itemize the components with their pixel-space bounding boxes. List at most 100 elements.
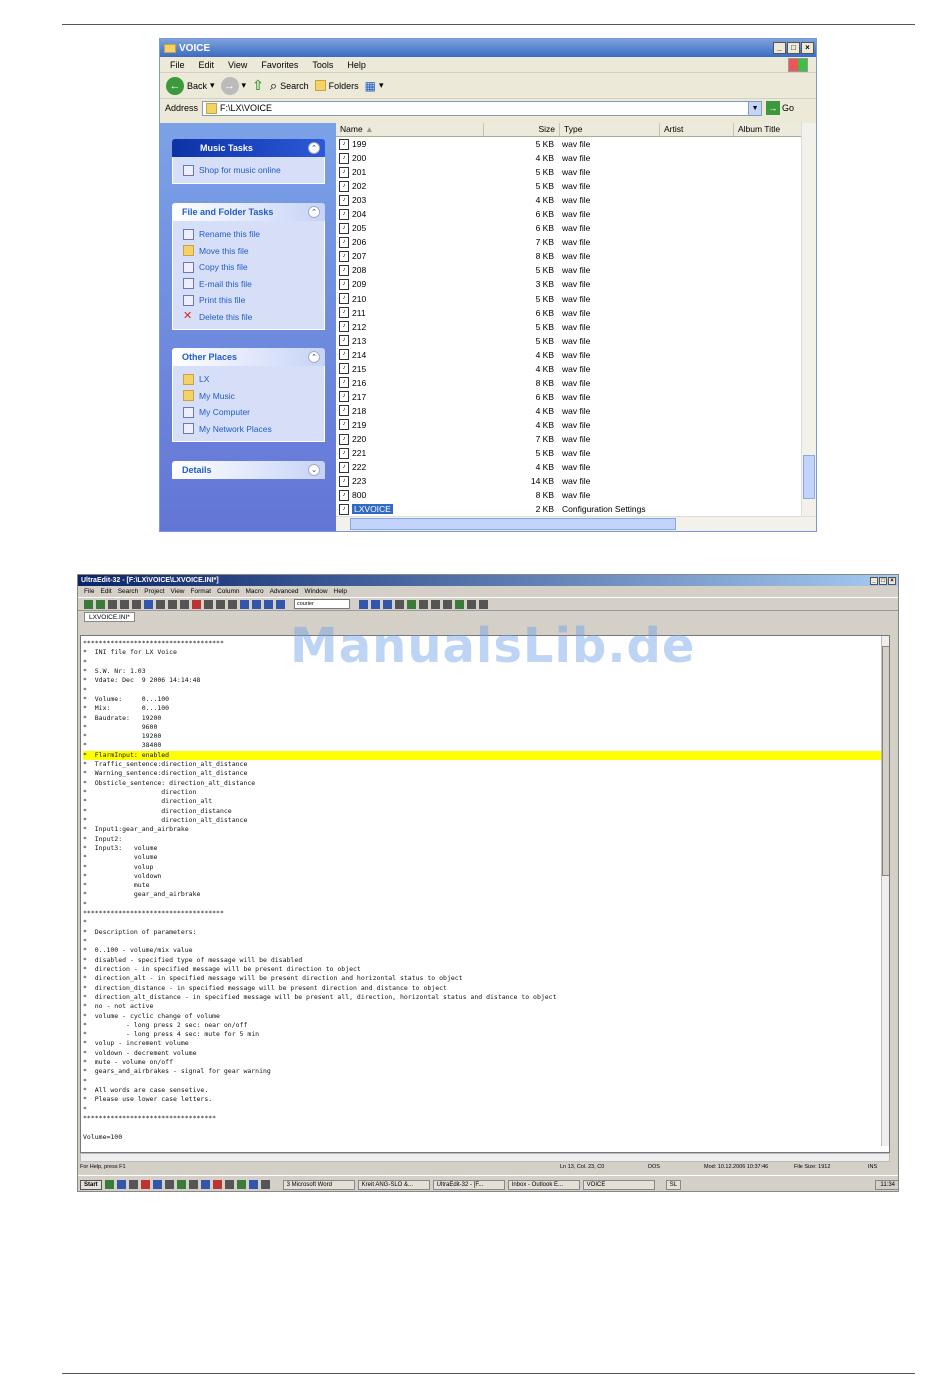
- quicklaunch-icon[interactable]: [128, 1180, 138, 1189]
- minimize-button[interactable]: _: [773, 42, 786, 54]
- column-mode-icon[interactable]: [395, 599, 404, 609]
- task-copy[interactable]: Copy this file: [183, 259, 324, 276]
- file-row[interactable]: ♪ 204 6 KB wav file: [336, 207, 816, 221]
- file-row[interactable]: ♪ 206 7 KB wav file: [336, 235, 816, 249]
- file-row[interactable]: ♪ 208 5 KB wav file: [336, 263, 816, 277]
- close-button[interactable]: ×: [801, 42, 814, 54]
- ue-menu-view[interactable]: View: [171, 588, 185, 595]
- ue-menu-file[interactable]: File: [84, 588, 94, 595]
- file-row[interactable]: ♪ 220 7 KB wav file: [336, 432, 816, 446]
- horizontal-scrollbar[interactable]: [336, 516, 816, 531]
- file-row[interactable]: ♪ 209 3 KB wav file: [336, 277, 816, 291]
- task-email[interactable]: E-mail this file: [183, 276, 324, 293]
- spellcheck-icon[interactable]: [180, 599, 189, 609]
- quicklaunch-icon[interactable]: [164, 1180, 174, 1189]
- print-icon[interactable]: [156, 599, 165, 609]
- file-row[interactable]: ♪ 222 4 KB wav file: [336, 460, 816, 474]
- horizontal-scrollbar[interactable]: [80, 1153, 890, 1162]
- task-move[interactable]: Move this file: [183, 243, 324, 260]
- file-tasks-header[interactable]: File and Folder Tasks ⌃: [172, 203, 325, 221]
- file-row[interactable]: ♪ 210 5 KB wav file: [336, 292, 816, 306]
- file-row[interactable]: ♪ 221 5 KB wav file: [336, 446, 816, 460]
- close-file-icon[interactable]: [132, 599, 141, 609]
- menu-help[interactable]: Help: [347, 60, 366, 70]
- menu-view[interactable]: View: [228, 60, 247, 70]
- taskbar-outlook[interactable]: Inbox - Outlook E...: [507, 1179, 580, 1190]
- search-button[interactable]: ⌕ Search: [270, 78, 309, 94]
- new-file-icon[interactable]: [108, 599, 117, 609]
- print-preview-icon[interactable]: [168, 599, 177, 609]
- bold-icon[interactable]: [359, 599, 368, 609]
- explorer-title-bar[interactable]: VOICE _ □ ×: [160, 39, 816, 57]
- system-tray-clock[interactable]: 11:34: [875, 1179, 898, 1190]
- align-left-icon[interactable]: [240, 599, 249, 609]
- other-places-header[interactable]: Other Places ⌃: [172, 348, 325, 366]
- scroll-thumb[interactable]: [350, 518, 676, 530]
- go-button[interactable]: → Go: [766, 101, 794, 115]
- language-indicator[interactable]: SL: [665, 1179, 682, 1190]
- tile-icon[interactable]: [431, 599, 440, 609]
- ue-menu-edit[interactable]: Edit: [100, 588, 111, 595]
- ue-menu-advanced[interactable]: Advanced: [270, 588, 299, 595]
- ultraedit-title-bar[interactable]: UltraEdit-32 - [F:\LX\VOICE\LXVOICE.INI*…: [78, 575, 898, 586]
- text-editor[interactable]: ************************************ * IN…: [80, 635, 890, 1153]
- file-row[interactable]: ♪ 202 5 KB wav file: [336, 179, 816, 193]
- task-delete[interactable]: ✕ Delete this file: [183, 309, 324, 326]
- cut-icon[interactable]: [204, 599, 213, 609]
- file-row[interactable]: ♪ 217 6 KB wav file: [336, 390, 816, 404]
- views-button[interactable]: ▦ ▾: [365, 79, 384, 93]
- col-artist[interactable]: Artist: [660, 123, 734, 136]
- collapse-icon[interactable]: ⌃: [308, 351, 320, 363]
- align-center-icon[interactable]: [252, 599, 261, 609]
- task-shop-music[interactable]: Shop for music online: [183, 162, 324, 179]
- context-help-icon[interactable]: [479, 599, 488, 609]
- taskbar-kreit[interactable]: Kreit ANG-SLO &...: [357, 1179, 430, 1190]
- find-icon[interactable]: [192, 599, 201, 609]
- file-row[interactable]: ♪ 218 4 KB wav file: [336, 404, 816, 418]
- start-button[interactable]: Start: [80, 1179, 102, 1190]
- quicklaunch-icon[interactable]: [212, 1180, 222, 1189]
- file-row[interactable]: ♪ 215 4 KB wav file: [336, 362, 816, 376]
- vertical-scrollbar[interactable]: [881, 636, 889, 1146]
- file-row[interactable]: ♪ 214 4 KB wav file: [336, 348, 816, 362]
- up-folder-button[interactable]: ⇧: [252, 77, 264, 94]
- expand-icon[interactable]: ⌄: [308, 464, 320, 476]
- task-print[interactable]: Print this file: [183, 292, 324, 309]
- tab-lxvoice-ini[interactable]: LXVOICE.INI*: [84, 612, 135, 622]
- music-tasks-header[interactable]: Music Tasks ⌃: [172, 139, 325, 157]
- open-icon[interactable]: [120, 599, 129, 609]
- paste-icon[interactable]: [228, 599, 237, 609]
- ue-menu-format[interactable]: Format: [191, 588, 212, 595]
- file-row[interactable]: ♪ 800 8 KB wav file: [336, 488, 816, 502]
- place-my-computer[interactable]: My Computer: [183, 404, 324, 421]
- address-input[interactable]: F:\LX\VOICE ▼: [202, 100, 763, 116]
- ue-menu-macro[interactable]: Macro: [246, 588, 264, 595]
- help-icon[interactable]: [467, 599, 476, 609]
- quicklaunch-icon[interactable]: [236, 1180, 246, 1189]
- minimize-button[interactable]: _: [870, 576, 878, 585]
- underline-icon[interactable]: [383, 599, 392, 609]
- copy-icon[interactable]: [216, 599, 225, 609]
- address-dropdown-icon[interactable]: ▼: [748, 101, 762, 115]
- file-row[interactable]: ♪ 199 5 KB wav file: [336, 137, 816, 151]
- collapse-icon[interactable]: ⌃: [308, 206, 320, 218]
- file-row[interactable]: ♪ LXVOICE 2 KB Configuration Settings: [336, 502, 816, 516]
- quicklaunch-icon[interactable]: [116, 1180, 126, 1189]
- file-row[interactable]: ♪ 223 14 KB wav file: [336, 474, 816, 488]
- file-row[interactable]: ♪ 201 5 KB wav file: [336, 165, 816, 179]
- file-row[interactable]: ♪ 205 6 KB wav file: [336, 221, 816, 235]
- quicklaunch-icon[interactable]: [188, 1180, 198, 1189]
- quicklaunch-icon[interactable]: [140, 1180, 150, 1189]
- details-header[interactable]: Details ⌄: [172, 461, 325, 479]
- quicklaunch-icon[interactable]: [104, 1180, 114, 1189]
- cascade-icon[interactable]: [443, 599, 452, 609]
- file-row[interactable]: ♪ 219 4 KB wav file: [336, 418, 816, 432]
- ue-menu-column[interactable]: Column: [217, 588, 239, 595]
- forward-button[interactable]: → ▾: [220, 76, 246, 95]
- quicklaunch-icon[interactable]: [248, 1180, 258, 1189]
- menu-edit[interactable]: Edit: [199, 60, 215, 70]
- maximize-button[interactable]: □: [787, 42, 800, 54]
- quicklaunch-icon[interactable]: [224, 1180, 234, 1189]
- menu-file[interactable]: File: [170, 60, 185, 70]
- taskbar-voice[interactable]: VOICE: [582, 1179, 655, 1190]
